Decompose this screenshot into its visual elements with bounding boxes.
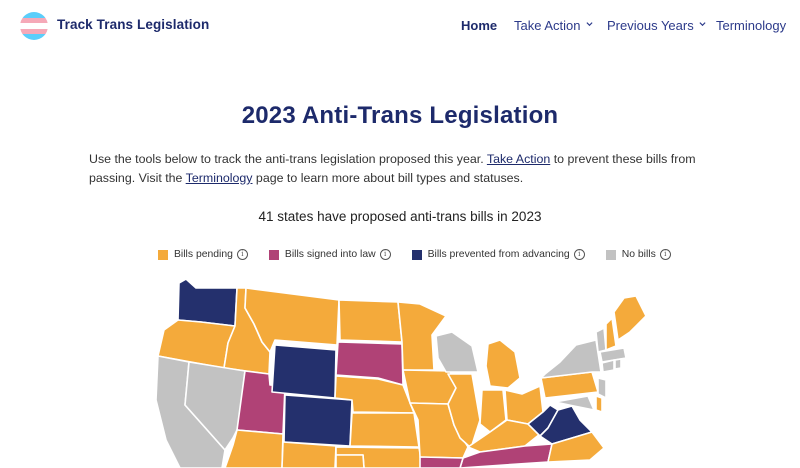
state-maine[interactable] <box>613 295 647 341</box>
legend-swatch-pending <box>158 249 168 260</box>
legend-label-signed: Bills signed into law <box>284 249 376 260</box>
state-rhode-island[interactable] <box>614 358 622 370</box>
state-michigan[interactable] <box>485 339 521 389</box>
site-header: Track Trans Legislation Home Take Action… <box>0 0 800 52</box>
state-kansas[interactable] <box>349 412 420 448</box>
page-title: 2023 Anti-Trans Legislation <box>241 102 559 129</box>
site-brand[interactable]: Track Trans Legislation <box>57 17 209 32</box>
nav-take-action-label: Take Action <box>514 18 581 33</box>
state-maryland[interactable] <box>554 395 595 411</box>
intro-text-1: Use the tools below to track the anti-tr… <box>89 152 487 166</box>
us-states-map <box>155 278 647 468</box>
legend-swatch-signed <box>268 249 279 260</box>
states-summary: 41 states have proposed anti-trans bills… <box>258 209 542 224</box>
state-connecticut[interactable] <box>601 359 615 373</box>
chevron-down-icon <box>585 22 593 27</box>
state-colorado[interactable] <box>283 394 353 447</box>
state-new-hampshire[interactable] <box>605 317 617 351</box>
legend-item-pending: Bills pending i <box>158 249 248 260</box>
info-icon[interactable]: i <box>573 249 585 260</box>
legend-label-pending: Bills pending <box>174 249 233 260</box>
legend-item-signed: Bills signed into law i <box>268 249 391 260</box>
legend-item-prevented: Bills prevented from advancing i <box>411 249 585 260</box>
terminology-link[interactable]: Terminology <box>186 171 253 185</box>
state-north-dakota[interactable] <box>338 299 403 343</box>
info-icon[interactable]: i <box>236 249 248 260</box>
intro-text-3: page to learn more about bill types and … <box>252 171 524 185</box>
nav-previous-years[interactable]: Previous Years <box>607 18 706 33</box>
info-icon[interactable]: i <box>659 249 671 260</box>
intro-paragraph: Use the tools below to track the anti-tr… <box>89 150 729 188</box>
legend-swatch-prevented <box>411 249 422 260</box>
take-action-link[interactable]: Take Action <box>487 152 550 166</box>
nav-previous-years-label: Previous Years <box>607 18 694 33</box>
state-delaware[interactable] <box>595 395 603 413</box>
nav-home-label: Home <box>461 18 498 33</box>
legend-item-no-bills: No bills i <box>605 249 671 260</box>
state-washington[interactable] <box>177 278 238 327</box>
legend-swatch-no-bills <box>605 249 616 260</box>
state-vermont[interactable] <box>595 327 607 353</box>
info-icon[interactable]: i <box>379 249 391 260</box>
state-new-mexico[interactable] <box>281 441 337 468</box>
state-texas[interactable] <box>335 454 365 468</box>
nav-home[interactable]: Home <box>461 18 497 33</box>
state-arkansas[interactable] <box>419 456 464 468</box>
state-wisconsin[interactable] <box>435 331 479 373</box>
legend-label-prevented: Bills prevented from advancing <box>427 249 570 260</box>
state-wyoming[interactable] <box>271 344 337 399</box>
nav-take-action[interactable]: Take Action <box>514 18 593 33</box>
state-new-jersey[interactable] <box>597 377 607 399</box>
trans-flag-logo-icon[interactable] <box>20 12 48 40</box>
nav-terminology[interactable]: Terminology <box>716 18 786 33</box>
state-new-york[interactable] <box>540 339 602 379</box>
map-legend: Bills pending i Bills signed into law i … <box>158 249 692 260</box>
nav-terminology-label: Terminology <box>716 18 787 33</box>
legend-label-no-bills: No bills <box>621 249 656 260</box>
chevron-down-icon <box>699 22 706 27</box>
